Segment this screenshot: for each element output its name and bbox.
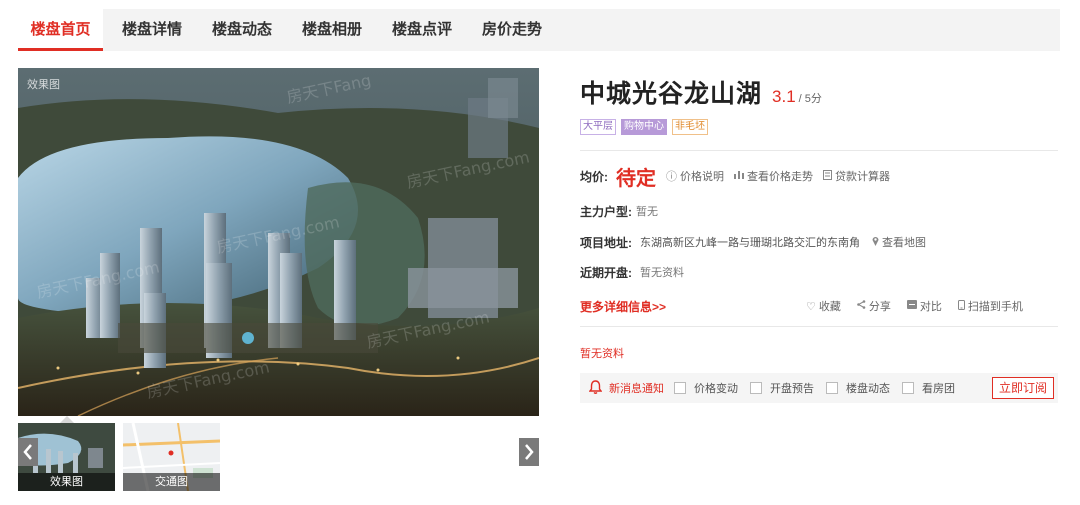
main-rendering-image[interactable]: 房天下Fang 房天下Fang.com 房天下Fang.com 房天下Fang.…	[18, 68, 539, 416]
favorite-label: 收藏	[818, 301, 841, 313]
scan-to-phone-label: 扫描到手机	[967, 301, 1023, 313]
tab-reviews[interactable]: 楼盘点评	[382, 9, 462, 51]
price-explain-label: 价格说明	[680, 171, 724, 183]
price-value: 待定	[616, 167, 656, 190]
prev-arrow-button[interactable]	[18, 438, 38, 466]
thumb-pointer	[60, 416, 74, 423]
project-title-row: 中城光谷龙山湖 3.1 / 5分	[580, 74, 822, 108]
layout-row: 主力户型: 暂无	[580, 203, 658, 219]
price-row: 均价: 待定 ⓘ 价格说明 查看价格走势 贷款计算器	[580, 164, 900, 190]
checkbox-label: 开盘预告	[770, 383, 814, 395]
layout-value: 暂无	[636, 206, 658, 218]
calculator-icon	[823, 169, 832, 183]
checkbox-square	[750, 382, 762, 394]
checkbox-opening-notice[interactable]: 开盘预告	[750, 380, 814, 396]
share-icon	[857, 300, 866, 312]
thumb-traffic-map[interactable]: 交通图	[123, 423, 220, 491]
chevron-right-icon	[525, 444, 534, 460]
action-bar: ♡ 收藏 分享 对比 扫描到手机	[806, 298, 1039, 314]
price-explain-link[interactable]: ⓘ 价格说明	[666, 168, 724, 184]
checkbox-viewing-group[interactable]: 看房团	[902, 380, 955, 396]
checkbox-label: 楼盘动态	[846, 383, 890, 395]
favorite-button[interactable]: ♡ 收藏	[806, 298, 841, 314]
rating-unit: / 5分	[798, 93, 822, 105]
feature-tags: 大平层 购物中心 非毛坯	[580, 119, 708, 135]
price-trend-label: 查看价格走势	[747, 171, 813, 183]
checkbox-price-change[interactable]: 价格变动	[674, 380, 738, 396]
layout-label: 主力户型:	[580, 204, 632, 219]
checkbox-label: 价格变动	[694, 383, 738, 395]
loan-calculator-link[interactable]: 贷款计算器	[823, 168, 890, 184]
subscribe-label: 新消息通知	[609, 383, 664, 395]
compare-button[interactable]: 对比	[906, 298, 942, 314]
share-label: 分享	[868, 301, 891, 313]
checkbox-label: 看房团	[922, 383, 955, 395]
subscribe-button[interactable]: 立即订阅	[991, 377, 1054, 399]
checkbox-project-news[interactable]: 楼盘动态	[826, 380, 890, 396]
compare-icon	[906, 300, 917, 312]
project-title: 中城光谷龙山湖	[580, 80, 763, 108]
view-map-label: 查看地图	[882, 237, 926, 249]
next-arrow-button[interactable]	[519, 438, 539, 466]
heart-icon: ♡	[806, 300, 816, 313]
checkbox-square	[902, 382, 914, 394]
price-label: 均价:	[580, 169, 608, 184]
no-info-text: 暂无资料	[580, 348, 624, 360]
checkbox-square	[826, 382, 838, 394]
tab-album[interactable]: 楼盘相册	[292, 9, 372, 51]
address-label: 项目地址:	[580, 235, 632, 250]
bell-icon	[588, 379, 603, 397]
phone-icon	[957, 299, 965, 313]
bar-chart-icon	[734, 170, 744, 182]
tab-details[interactable]: 楼盘详情	[112, 9, 192, 51]
info-circle-icon: ⓘ	[666, 171, 677, 183]
top-nav: 楼盘首页 楼盘详情 楼盘动态 楼盘相册 楼盘点评 房价走势	[18, 9, 1060, 51]
rating-score[interactable]: 3.1	[772, 87, 796, 107]
aerial-rendering: 房天下Fang 房天下Fang.com 房天下Fang.com 房天下Fang.…	[18, 68, 539, 416]
tab-price-trend[interactable]: 房价走势	[472, 9, 552, 51]
tag-shopping-center: 购物中心	[621, 119, 667, 135]
tag-decorated: 非毛坯	[672, 119, 708, 135]
more-details-link[interactable]: 更多详细信息>>	[580, 298, 666, 315]
thumb-caption: 交通图	[123, 473, 220, 491]
loan-calculator-label: 贷款计算器	[835, 171, 890, 183]
compare-label: 对比	[919, 301, 942, 313]
opening-label: 近期开盘:	[580, 265, 632, 280]
address-value: 东湖高新区九峰一路与珊瑚北路交汇的东南角	[640, 237, 860, 249]
image-type-label: 效果图	[27, 79, 60, 91]
opening-row: 近期开盘: 暂无资料	[580, 264, 684, 280]
thumb-caption: 效果图	[18, 473, 115, 491]
more-row: 更多详细信息>>	[580, 298, 666, 314]
opening-value: 暂无资料	[640, 267, 684, 279]
checkbox-square	[674, 382, 686, 394]
tag-large-flat: 大平层	[580, 119, 616, 135]
subscribe-bar: 新消息通知 价格变动 开盘预告 楼盘动态 看房团 立即订阅	[580, 373, 1058, 403]
view-map-link[interactable]: 查看地图	[872, 234, 926, 250]
divider	[580, 150, 1058, 151]
share-button[interactable]: 分享	[857, 298, 891, 314]
map-pin-icon	[872, 236, 879, 249]
chevron-left-icon	[23, 444, 32, 460]
address-row: 项目地址: 东湖高新区九峰一路与珊瑚北路交汇的东南角 查看地图	[580, 234, 936, 250]
tab-home[interactable]: 楼盘首页	[18, 9, 103, 51]
divider	[580, 326, 1058, 327]
tab-news[interactable]: 楼盘动态	[202, 9, 282, 51]
scan-to-phone-button[interactable]: 扫描到手机	[957, 298, 1023, 314]
price-trend-link[interactable]: 查看价格走势	[734, 168, 813, 184]
